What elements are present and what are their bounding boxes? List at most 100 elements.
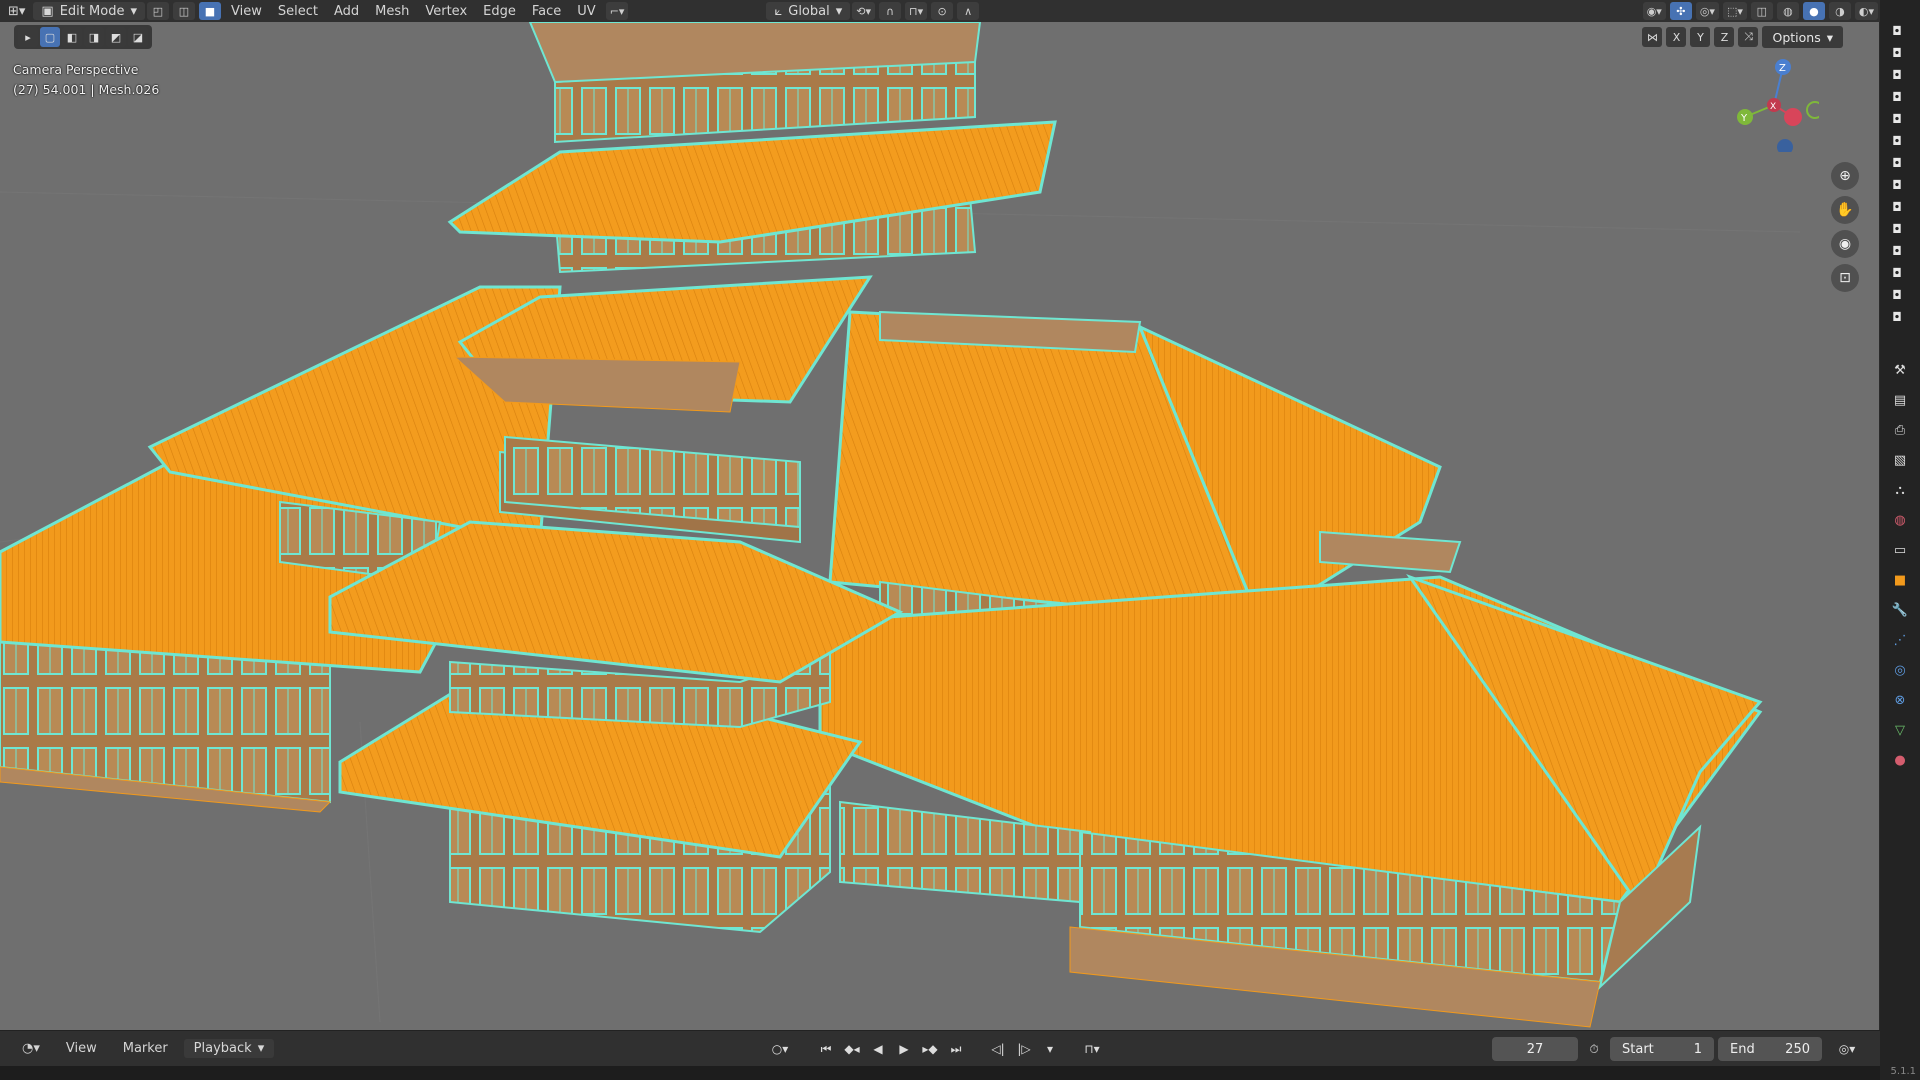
mode-dropdown[interactable]: ▣ Edit Mode ▾ <box>33 2 145 20</box>
select-intersect-button[interactable]: ◪ <box>128 27 148 47</box>
mirror-toggle[interactable]: ⋈ <box>1642 27 1663 47</box>
object-tab-icon[interactable]: ■ <box>1890 570 1910 590</box>
timeline-editor-type[interactable]: ◔▾ <box>12 1041 50 1056</box>
current-frame-field[interactable]: 27 <box>1492 1037 1578 1061</box>
render-toggle-icon[interactable]: ◘ <box>1888 154 1906 172</box>
editor-type-menu[interactable]: ⊞▾ <box>0 0 33 22</box>
mirror-z-button[interactable]: Z <box>1714 27 1735 47</box>
menu-add[interactable]: Add <box>326 0 367 22</box>
material-shading-button[interactable]: ◑ <box>1828 2 1851 20</box>
lock-camera-button[interactable]: ⊡ <box>1831 264 1859 292</box>
use-preview-range-button[interactable]: ⏱ <box>1584 1039 1604 1059</box>
edge-select-button[interactable]: ◫ <box>172 2 195 20</box>
render-toggle-icon[interactable]: ◘ <box>1888 176 1906 194</box>
material-tab-icon[interactable]: ● <box>1890 750 1910 770</box>
select-extend-button[interactable]: ◧ <box>62 27 82 47</box>
render-toggle-icon[interactable]: ◘ <box>1888 198 1906 216</box>
jump-start-button[interactable]: ⏮ <box>816 1039 836 1059</box>
render-toggle-icon[interactable]: ◘ <box>1888 264 1906 282</box>
scene-tab-icon[interactable]: ⛬ <box>1890 480 1910 500</box>
menu-uv[interactable]: UV <box>569 0 603 22</box>
mesh-overlays-button[interactable]: ⬚▾ <box>1722 2 1747 20</box>
render-toggle-icon[interactable]: ◘ <box>1888 22 1906 40</box>
solid-shading-button[interactable]: ● <box>1802 2 1825 20</box>
visibility-button[interactable]: ◉▾ <box>1642 2 1666 20</box>
render-toggle-icon[interactable]: ◘ <box>1888 66 1906 84</box>
next-keyframe-button[interactable]: ▸◆ <box>920 1039 940 1059</box>
prev-frame-button[interactable]: ◁| <box>988 1039 1008 1059</box>
render-toggle-icon[interactable]: ◘ <box>1888 220 1906 238</box>
menu-mesh[interactable]: Mesh <box>367 0 417 22</box>
falloff-button[interactable]: ∧ <box>957 2 980 20</box>
menu-vertex[interactable]: Vertex <box>417 0 475 22</box>
tweak-tool-button[interactable]: ▸ <box>18 27 38 47</box>
wireframe-shading-button[interactable]: ◍ <box>1776 2 1799 20</box>
vertex-select-button[interactable]: ◰ <box>146 2 169 20</box>
snap-target-button[interactable]: ⊓▾ <box>905 2 928 20</box>
output-tab-icon[interactable]: ⎙ <box>1890 420 1910 440</box>
snapping-button[interactable]: ⊓▾ <box>1082 1039 1102 1059</box>
view-layer-tab-icon[interactable]: ▧ <box>1890 450 1910 470</box>
menu-select[interactable]: Select <box>270 0 326 22</box>
temple-mesh-scene[interactable] <box>0 22 1880 1030</box>
select-subtract-button[interactable]: ◨ <box>84 27 104 47</box>
render-tab-icon[interactable]: ▤ <box>1890 390 1910 410</box>
rendered-shading-button[interactable]: ◐▾ <box>1854 2 1878 20</box>
prev-keyframe-button[interactable]: ◆◂ <box>842 1039 862 1059</box>
collection-tab-icon[interactable]: ▭ <box>1890 540 1910 560</box>
pivot-point-button[interactable]: ⟲▾ <box>852 2 876 20</box>
navigation-gizmo[interactable]: Z Y X <box>1729 57 1819 152</box>
axis-x-label: X <box>1770 102 1776 112</box>
xray-toggle[interactable]: ◫ <box>1750 2 1773 20</box>
menu-face[interactable]: Face <box>524 0 569 22</box>
render-toggle-icon[interactable]: ◘ <box>1888 286 1906 304</box>
snap-toggle[interactable]: ∩ <box>879 2 902 20</box>
particles-tab-icon[interactable]: ⋰ <box>1890 630 1910 650</box>
playback-dropdown[interactable]: Playback ▾ <box>183 1039 275 1058</box>
tool-tab-icon[interactable]: ⚒ <box>1890 360 1910 380</box>
xray-icon: ◫ <box>1756 4 1768 18</box>
select-invert-button[interactable]: ◩ <box>106 27 126 47</box>
timeline-menu-view[interactable]: View <box>56 1041 107 1056</box>
face-select-button[interactable]: ■ <box>198 2 221 20</box>
overlays-toggle[interactable]: ◎▾ <box>1695 2 1719 20</box>
overlay-icon: ◎▾ <box>1838 1042 1856 1056</box>
render-toggle-icon[interactable]: ◘ <box>1888 242 1906 260</box>
render-toggle-icon[interactable]: ◘ <box>1888 110 1906 128</box>
mirror-x-button[interactable]: X <box>1666 27 1687 47</box>
auto-merge-button[interactable]: ⤨ <box>1738 27 1759 47</box>
render-toggle-icon[interactable]: ◘ <box>1888 132 1906 150</box>
data-tab-icon[interactable]: ▽ <box>1890 720 1910 740</box>
jump-end-button[interactable]: ⏭ <box>946 1039 966 1059</box>
proportional-edit-toggle[interactable]: ⊙ <box>931 2 954 20</box>
gizmo-toggle[interactable]: ✣ <box>1669 2 1692 20</box>
render-toggle-icon[interactable]: ◘ <box>1888 88 1906 106</box>
constraints-tab-icon[interactable]: ⊗ <box>1890 690 1910 710</box>
timeline-menu-marker[interactable]: Marker <box>113 1041 178 1056</box>
menu-edge[interactable]: Edge <box>475 0 524 22</box>
next-frame-button[interactable]: |▷ <box>1014 1039 1034 1059</box>
options-dropdown[interactable]: Options ▾ <box>1762 26 1843 48</box>
render-toggle-icon[interactable]: ◘ <box>1888 308 1906 326</box>
keying-options-button[interactable]: ▾ <box>1040 1039 1060 1059</box>
transform-orientation-dropdown[interactable]: ⟀ Global ▾ <box>766 2 851 20</box>
pan-button[interactable]: ✋ <box>1831 196 1859 224</box>
zoom-button[interactable]: ⊕ <box>1831 162 1859 190</box>
play-reverse-button[interactable]: ◀ <box>868 1039 888 1059</box>
camera-view-button[interactable]: ◉ <box>1831 230 1859 258</box>
physics-tab-icon[interactable]: ◎ <box>1890 660 1910 680</box>
mirror-y-button[interactable]: Y <box>1690 27 1711 47</box>
start-frame-field[interactable]: Start 1 <box>1610 1037 1714 1061</box>
select-new-button[interactable]: ▢ <box>40 27 60 47</box>
render-toggle-icon[interactable]: ◘ <box>1888 44 1906 62</box>
menu-view[interactable]: View <box>223 0 270 22</box>
right-wing[interactable] <box>818 310 1763 1028</box>
timeline-overlay-button[interactable]: ◎▾ <box>1830 1039 1864 1059</box>
world-tab-icon[interactable]: ◍ <box>1890 510 1910 530</box>
3d-viewport[interactable]: Camera Perspective (27) 54.001 | Mesh.02… <box>0 22 1880 1030</box>
play-button[interactable]: ▶ <box>894 1039 914 1059</box>
uv-options-button[interactable]: ⌐▾ <box>605 2 629 20</box>
modifier-tab-icon[interactable]: 🔧 <box>1890 600 1910 620</box>
auto-keying-button[interactable]: ○▾ <box>770 1039 790 1059</box>
end-frame-field[interactable]: End 250 <box>1718 1037 1822 1061</box>
